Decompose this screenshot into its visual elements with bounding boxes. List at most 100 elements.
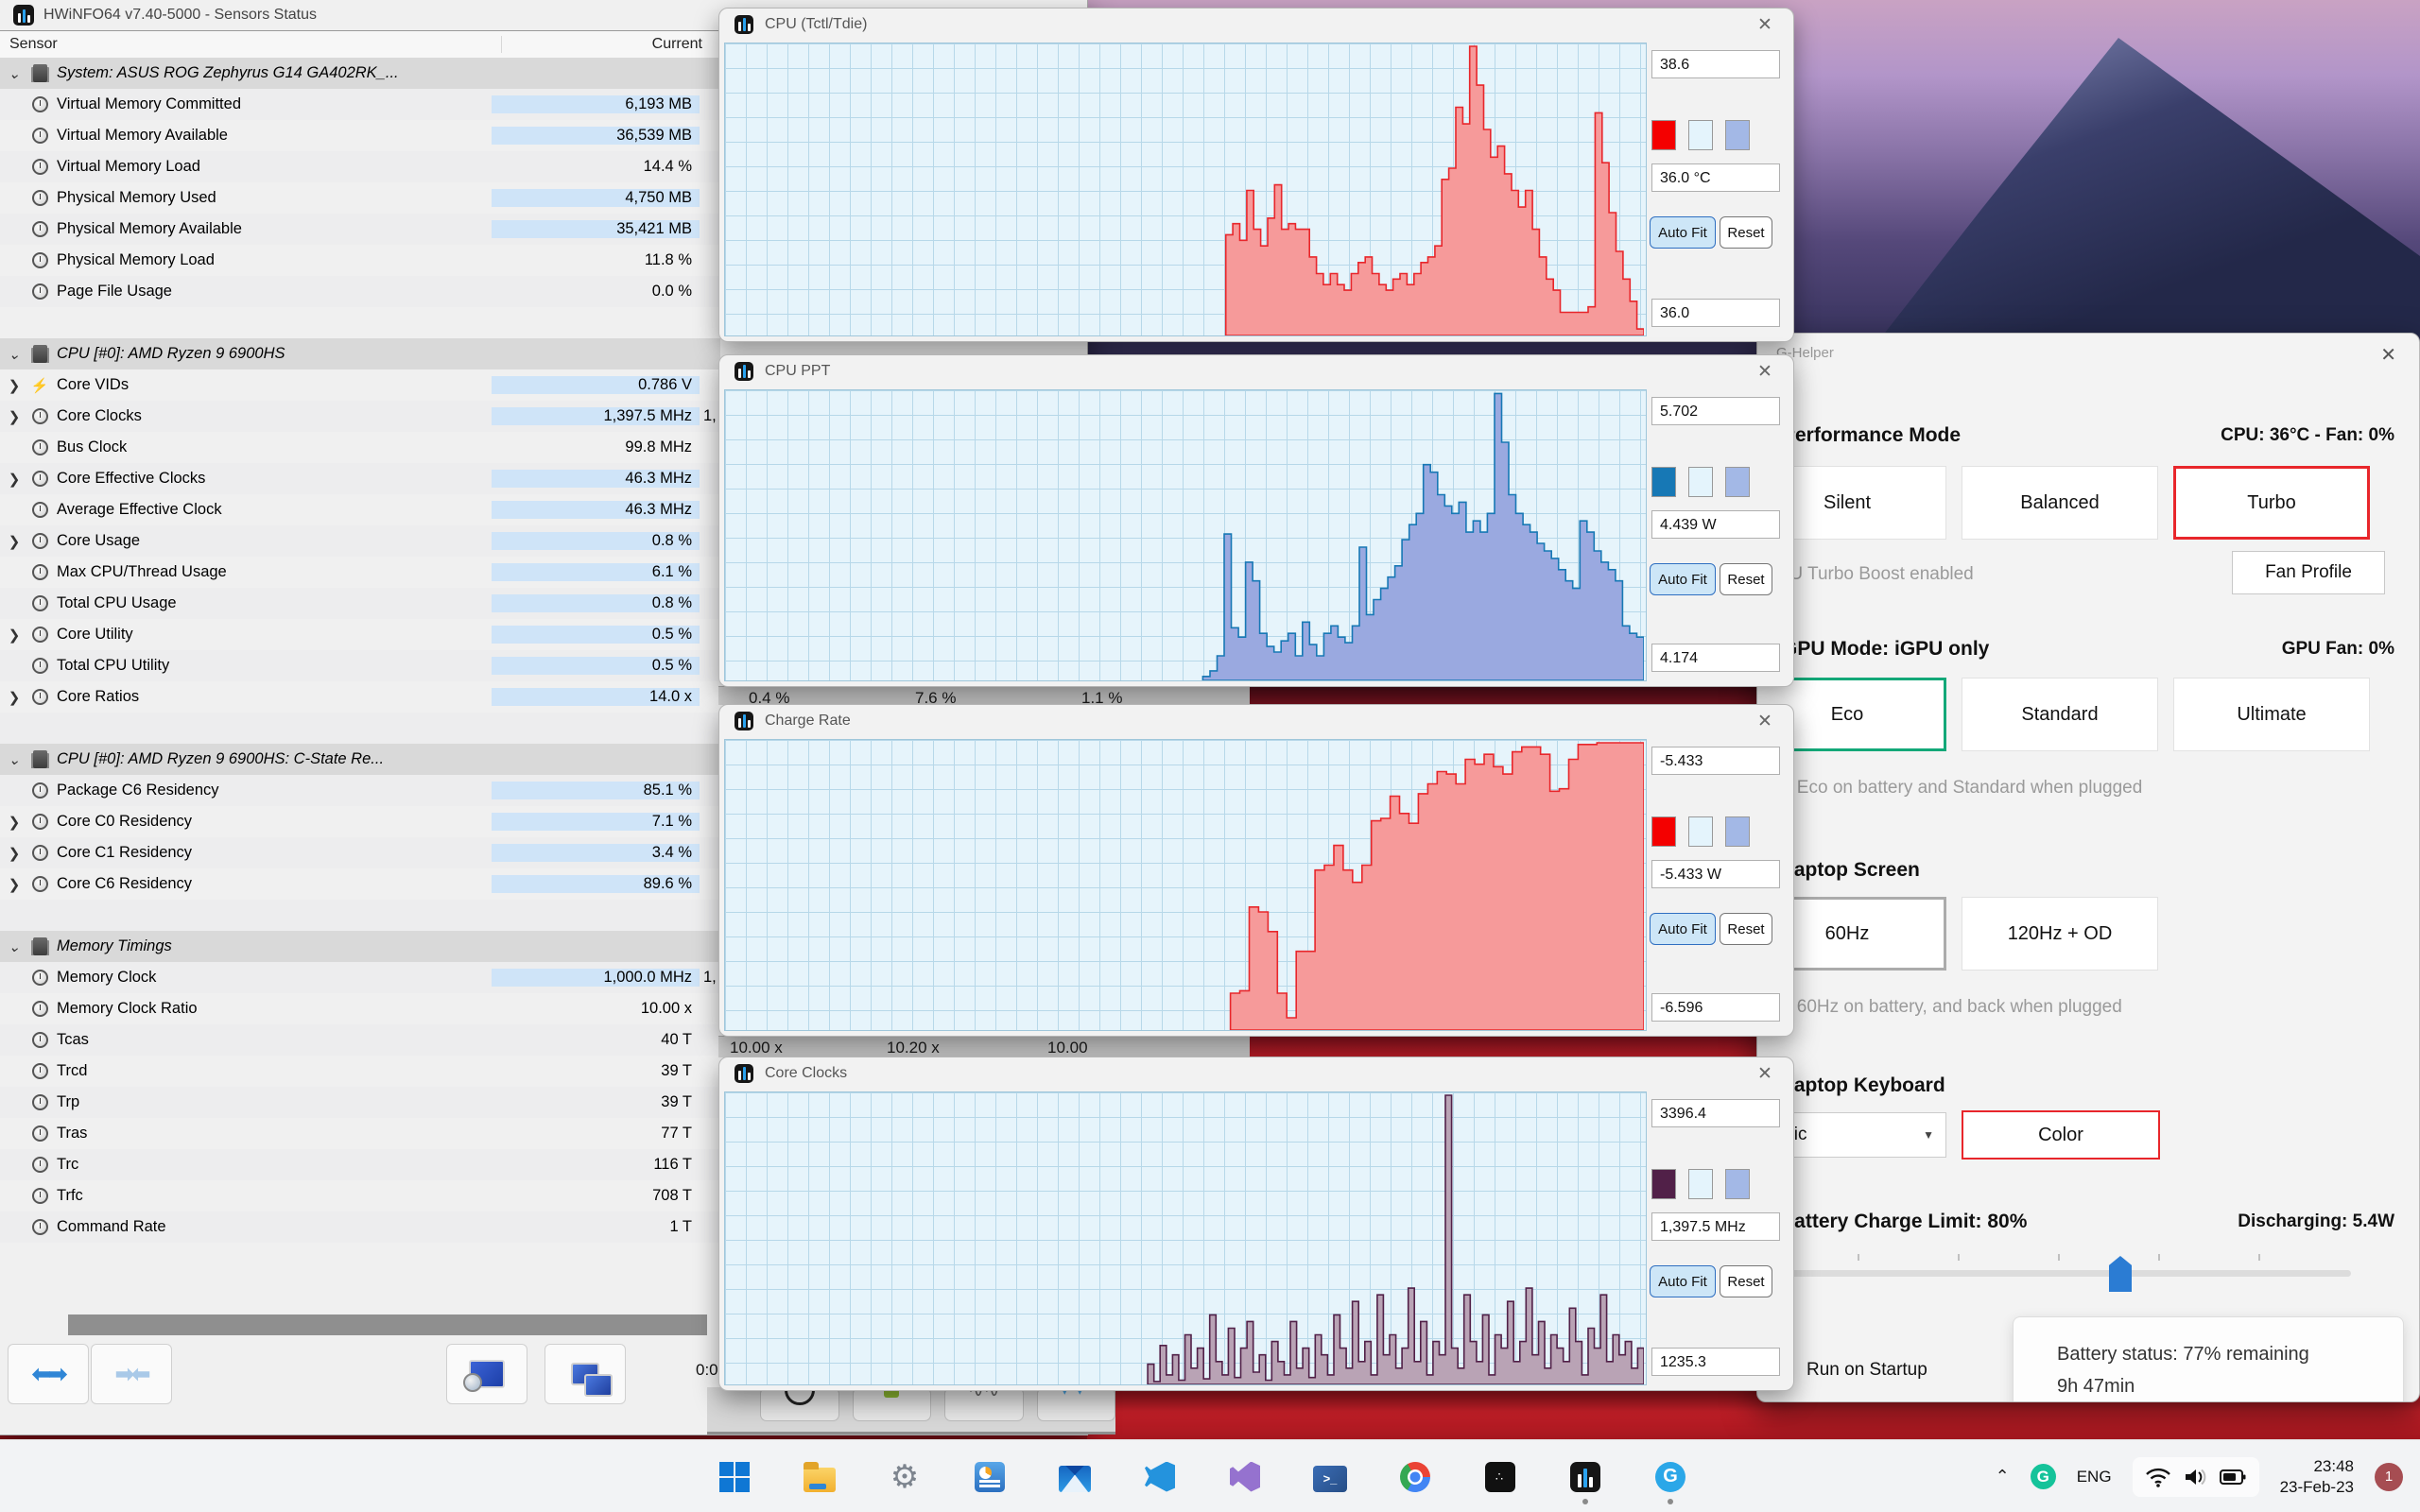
sensor-row[interactable]: ❯ ⚡ Core VIDs 0.786 V [0,369,720,401]
background-color-swatch[interactable] [1688,467,1713,497]
vscode-button[interactable] [1142,1459,1178,1495]
ghelper-close-icon[interactable]: ✕ [2380,343,2396,367]
sensor-row[interactable]: ❯ Core C0 Residency 7.1 % [0,806,720,837]
auto-fit-button[interactable]: Auto Fit [1650,1265,1716,1297]
sensor-row[interactable]: ❯ Core Usage 0.8 % [0,525,720,557]
graph-titlebar[interactable]: CPU PPT ✕ [719,355,1793,387]
sensor-row[interactable]: Max CPU/Thread Usage 6.1 % [0,557,720,588]
sensor-row[interactable]: ❯ Core Ratios 14.0 x [0,681,720,713]
close-icon[interactable]: ✕ [1752,14,1778,36]
horizontal-scrollbar[interactable] [68,1314,707,1335]
terminal-app-button[interactable]: ∴ [1482,1459,1518,1495]
background-color-swatch[interactable] [1688,816,1713,847]
screen-120hz-button[interactable]: 120Hz + OD [1962,897,2158,971]
file-explorer-button[interactable] [802,1459,838,1495]
sensor-row[interactable]: Trc 116 T [0,1149,720,1180]
auto-fit-button[interactable]: Auto Fit [1650,563,1716,595]
reset-button[interactable]: Reset [1720,913,1772,945]
sensor-row[interactable]: Command Rate 1 T [0,1211,720,1243]
remote-monitor-button[interactable] [544,1344,626,1404]
tree-chevron-icon[interactable]: ❯ [0,845,28,862]
auto-fit-button[interactable]: Auto Fit [1650,913,1716,945]
series-color-swatch[interactable] [1651,120,1676,150]
sensor-row[interactable]: Physical Memory Available 35,421 MB [0,214,720,245]
sensor-row[interactable]: Physical Memory Used 4,750 MB [0,182,720,214]
background-color-swatch[interactable] [1688,1169,1713,1199]
reset-button[interactable]: Reset [1720,563,1772,595]
start-button[interactable] [717,1459,752,1495]
hwinfo-taskbar-button[interactable] [1567,1459,1603,1495]
graph-plot-area[interactable] [724,739,1647,1031]
graph-plot-area[interactable] [724,43,1647,336]
sensor-row[interactable]: Total CPU Usage 0.8 % [0,588,720,619]
tree-chevron-icon[interactable]: ❯ [0,689,28,706]
sensor-section-row[interactable]: ⌄ CPU [#0]: AMD Ryzen 9 6900HS [0,338,720,369]
series-color-swatch[interactable] [1651,1169,1676,1199]
fan-profile-button[interactable]: Fan Profile [2232,551,2385,594]
tree-chevron-icon[interactable]: ⌄ [0,346,28,363]
sensor-section-row[interactable]: ⌄ System: ASUS ROG Zephyrus G14 GA402RK_.… [0,58,720,89]
close-icon[interactable]: ✕ [1752,711,1778,732]
reset-button[interactable]: Reset [1720,216,1772,249]
background-color-swatch[interactable] [1688,120,1713,150]
sensor-row[interactable]: Virtual Memory Load 14.4 % [0,151,720,182]
tree-chevron-icon[interactable]: ❯ [0,471,28,488]
graph-plot-area[interactable] [724,389,1647,681]
tree-chevron-icon[interactable]: ⌄ [0,65,28,82]
sensor-row[interactable]: Tras 77 T [0,1118,720,1149]
graph-titlebar[interactable]: Core Clocks ✕ [719,1057,1793,1090]
slider-handle[interactable] [2109,1256,2132,1292]
grammarly-tray-icon[interactable]: G [2030,1464,2056,1489]
notification-badge[interactable]: 1 [2375,1462,2403,1491]
perf-balanced-button[interactable]: Balanced [1962,466,2158,540]
sensor-row[interactable]: ❯ Core Effective Clocks 46.3 MHz [0,463,720,494]
sensor-row[interactable]: Trfc 708 T [0,1180,720,1211]
tree-chevron-icon[interactable]: ❯ [0,627,28,644]
sensor-row[interactable]: ❯ Core Clocks 1,397.5 MHz 1, [0,401,720,432]
gpu-ultimate-button[interactable]: Ultimate [2173,678,2370,751]
sensor-row[interactable]: Physical Memory Load 11.8 % [0,245,720,276]
sensor-row[interactable]: Trp 39 T [0,1087,720,1118]
graph-titlebar[interactable]: CPU (Tctl/Tdie) ✕ [719,9,1793,41]
sensor-row[interactable]: Package C6 Residency 85.1 % [0,775,720,806]
visual-studio-button[interactable] [1227,1459,1263,1495]
sensor-row[interactable]: Tcas 40 T [0,1024,720,1056]
expand-columns-button[interactable]: ⬅➡ [8,1344,89,1404]
perf-turbo-button[interactable]: Turbo [2173,466,2370,540]
language-indicator[interactable]: ENG [2077,1468,2112,1486]
sensor-row[interactable]: ❯ Core C1 Residency 3.4 % [0,837,720,868]
collapse-columns-button[interactable]: ➡⬅ [91,1344,172,1404]
tree-chevron-icon[interactable]: ❯ [0,876,28,893]
tree-chevron-icon[interactable]: ⌄ [0,751,28,768]
tree-chevron-icon[interactable]: ❯ [0,814,28,831]
tree-chevron-icon[interactable]: ❯ [0,533,28,550]
settings-button[interactable]: ⚙ [887,1459,923,1495]
close-icon[interactable]: ✕ [1752,1063,1778,1085]
close-icon[interactable]: ✕ [1752,361,1778,383]
grid-color-swatch[interactable] [1725,467,1750,497]
sensor-row[interactable]: ❯ Core Utility 0.5 % [0,619,720,650]
mail-button[interactable] [1057,1459,1093,1495]
taskbar-clock[interactable]: 23:48 23-Feb-23 [2280,1456,2354,1498]
sensor-row[interactable]: Virtual Memory Committed 6,193 MB [0,89,720,120]
network-volume-battery-pill[interactable] [2132,1456,2259,1497]
sensor-row[interactable]: Average Effective Clock 46.3 MHz [0,494,720,525]
sensor-row[interactable]: Memory Clock Ratio 10.00 x [0,993,720,1024]
tree-chevron-icon[interactable]: ❯ [0,377,28,394]
reset-button[interactable]: Reset [1720,1265,1772,1297]
sensor-section-row[interactable]: ⌄ Memory Timings [0,931,720,962]
tree-chevron-icon[interactable]: ⌄ [0,938,28,955]
graph-titlebar[interactable]: Charge Rate ✕ [719,705,1793,737]
auto-fit-button[interactable]: Auto Fit [1650,216,1716,249]
tree-chevron-icon[interactable]: ❯ [0,408,28,425]
monitor-app-button[interactable] [972,1459,1008,1495]
grid-color-swatch[interactable] [1725,816,1750,847]
powershell-button[interactable]: >_ [1312,1459,1348,1495]
gpu-standard-button[interactable]: Standard [1962,678,2158,751]
column-current[interactable]: Current [501,36,710,53]
grid-color-swatch[interactable] [1725,1169,1750,1199]
grid-color-swatch[interactable] [1725,120,1750,150]
tray-overflow-chevron[interactable]: ⌃ [1996,1467,2010,1486]
slider-track[interactable] [1757,1270,2351,1277]
column-sensor[interactable]: Sensor [0,36,501,53]
